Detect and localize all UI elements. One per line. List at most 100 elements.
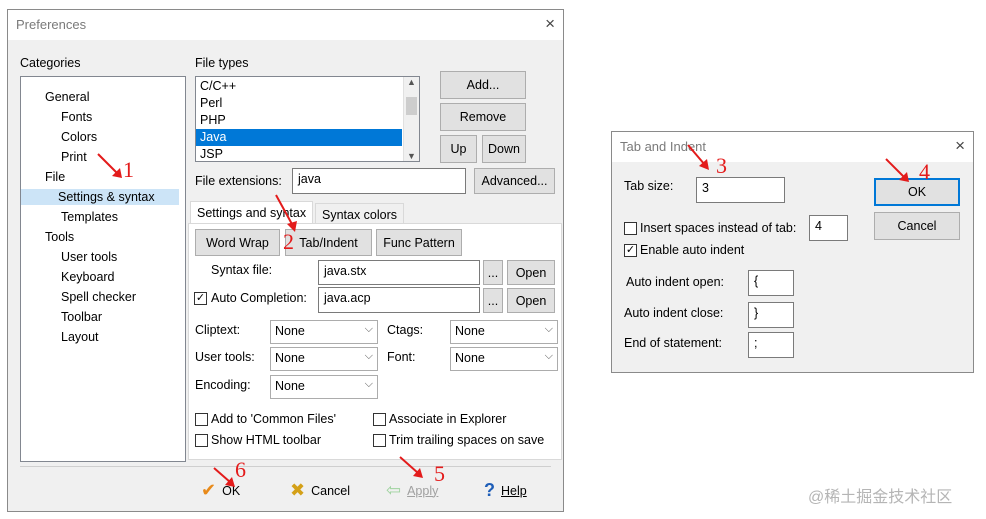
- auto-completion-checkbox[interactable]: ✓: [194, 292, 207, 305]
- auto-indent-checkbox[interactable]: ✓: [624, 244, 637, 257]
- chevron-down-icon: ⌵: [364, 378, 373, 390]
- arrow-5-icon: [399, 456, 423, 478]
- indent-close-label: Auto indent close:: [624, 306, 724, 320]
- file-extensions-label: File extensions:: [195, 174, 282, 188]
- encoding-value: None: [275, 379, 305, 393]
- font-label: Font:: [387, 350, 416, 364]
- indent-close-input[interactable]: }: [748, 302, 794, 328]
- syntax-browse-button[interactable]: ...: [483, 260, 503, 285]
- file-type-item[interactable]: PHP: [196, 112, 402, 129]
- insert-spaces-input[interactable]: 4: [809, 215, 848, 241]
- close-icon[interactable]: ×: [545, 14, 555, 34]
- encoding-select[interactable]: None ⌵: [270, 375, 378, 399]
- chevron-down-icon: ⌵: [544, 350, 553, 362]
- cancel-button[interactable]: ✖ Cancel: [290, 480, 350, 501]
- help-label: Help: [501, 483, 527, 498]
- tree-item-colors[interactable]: Colors: [58, 129, 100, 145]
- x-icon: ✖: [290, 480, 306, 500]
- tree-item-fonts[interactable]: Fonts: [58, 109, 95, 125]
- tree-item-keyboard[interactable]: Keyboard: [58, 269, 118, 285]
- footer-divider: [20, 466, 551, 467]
- trim-spaces-label: Trim trailing spaces on save: [389, 433, 545, 447]
- user-tools-select[interactable]: None ⌵: [270, 347, 378, 371]
- html-toolbar-checkbox[interactable]: [195, 434, 208, 447]
- arrow-6-icon: [213, 467, 235, 487]
- ctags-value: None: [455, 324, 485, 338]
- auto-completion-label: Auto Completion:: [211, 291, 307, 305]
- question-icon: ?: [484, 480, 495, 500]
- tree-item-tools[interactable]: Tools: [42, 229, 77, 245]
- indent-open-input[interactable]: {: [748, 270, 794, 296]
- chevron-down-icon: ⌵: [544, 323, 553, 335]
- cliptext-label: Cliptext:: [195, 323, 241, 337]
- tree-item-toolbar[interactable]: Toolbar: [58, 309, 105, 325]
- add-button[interactable]: Add...: [440, 71, 526, 99]
- remove-button[interactable]: Remove: [440, 103, 526, 131]
- list-scrollbar[interactable]: ▲ ▼: [403, 77, 419, 161]
- ctags-label: Ctags:: [387, 323, 424, 337]
- word-wrap-button[interactable]: Word Wrap: [195, 229, 280, 256]
- arrow-3-icon: [687, 144, 709, 170]
- dialog-cancel-button[interactable]: Cancel: [874, 212, 960, 240]
- title-bar: Preferences ×: [8, 10, 563, 40]
- func-pattern-button[interactable]: Func Pattern: [376, 229, 462, 256]
- common-files-checkbox[interactable]: [195, 413, 208, 426]
- cancel-label: Cancel: [311, 483, 351, 498]
- window-title: Preferences: [16, 17, 87, 32]
- syntax-file-input[interactable]: java.stx: [318, 260, 480, 285]
- tree-item-user-tools[interactable]: User tools: [58, 249, 120, 265]
- chevron-down-icon: ⌵: [364, 350, 373, 362]
- file-type-item[interactable]: Perl: [196, 95, 402, 112]
- associate-label: Associate in Explorer: [389, 412, 507, 426]
- end-statement-input[interactable]: ;: [748, 332, 794, 358]
- preferences-window: Preferences × Categories General Fonts Col…: [7, 9, 564, 512]
- tree-item-spell-checker[interactable]: Spell checker: [58, 289, 139, 305]
- scroll-thumb[interactable]: [406, 97, 417, 115]
- insert-spaces-label: Insert spaces instead of tab:: [640, 221, 797, 235]
- arrow-4-icon: [885, 158, 909, 182]
- auto-completion-input[interactable]: java.acp: [318, 287, 480, 313]
- file-types-list[interactable]: C/C++ Perl PHP Java JSP ▲ ▼: [195, 76, 420, 162]
- file-type-item[interactable]: C/C++: [196, 78, 402, 95]
- cliptext-select[interactable]: None ⌵: [270, 320, 378, 344]
- categories-tree[interactable]: General Fonts Colors Print File Settings & sy…: [20, 76, 186, 462]
- encoding-label: Encoding:: [195, 378, 251, 392]
- end-statement-label: End of statement:: [624, 336, 722, 350]
- arrow-2-icon: [275, 194, 297, 232]
- chevron-down-icon: ⌵: [364, 323, 373, 335]
- cliptext-value: None: [275, 324, 305, 338]
- file-type-item[interactable]: JSP: [196, 146, 402, 161]
- ctags-select[interactable]: None ⌵: [450, 320, 558, 344]
- auto-indent-label: Enable auto indent: [640, 243, 745, 257]
- tree-item-layout[interactable]: Layout: [58, 329, 102, 345]
- auto-completion-browse-button[interactable]: ...: [483, 288, 503, 313]
- file-type-item[interactable]: Java: [196, 129, 402, 146]
- auto-completion-open-button[interactable]: Open: [507, 288, 555, 313]
- arrow-1-icon: [97, 153, 122, 178]
- trim-spaces-checkbox[interactable]: [373, 434, 386, 447]
- down-button[interactable]: Down: [482, 135, 526, 163]
- common-files-label: Add to 'Common Files': [211, 412, 336, 426]
- syntax-file-label: Syntax file:: [211, 263, 273, 277]
- up-button[interactable]: Up: [440, 135, 477, 163]
- advanced-button[interactable]: Advanced...: [474, 168, 555, 194]
- indent-open-label: Auto indent open:: [626, 275, 724, 289]
- help-button[interactable]: ? Help: [484, 480, 527, 501]
- user-tools-label: User tools:: [195, 350, 255, 364]
- tab-size-label: Tab size:: [624, 179, 674, 193]
- insert-spaces-checkbox[interactable]: [624, 222, 637, 235]
- file-extensions-input[interactable]: java: [292, 168, 466, 194]
- watermark: @稀土掘金技术社区: [808, 489, 953, 506]
- syntax-open-button[interactable]: Open: [507, 260, 555, 285]
- scroll-down-icon[interactable]: ▼: [404, 151, 419, 161]
- close-icon[interactable]: ×: [955, 136, 965, 156]
- tree-item-templates[interactable]: Templates: [58, 209, 121, 225]
- associate-checkbox[interactable]: [373, 413, 386, 426]
- tree-item-file[interactable]: File: [42, 169, 68, 185]
- font-value: None: [455, 351, 485, 365]
- tree-item-general[interactable]: General: [42, 89, 92, 105]
- scroll-up-icon[interactable]: ▲: [404, 77, 419, 87]
- font-select[interactable]: None ⌵: [450, 347, 558, 371]
- tree-item-print[interactable]: Print: [58, 149, 90, 165]
- user-tools-value: None: [275, 351, 305, 365]
